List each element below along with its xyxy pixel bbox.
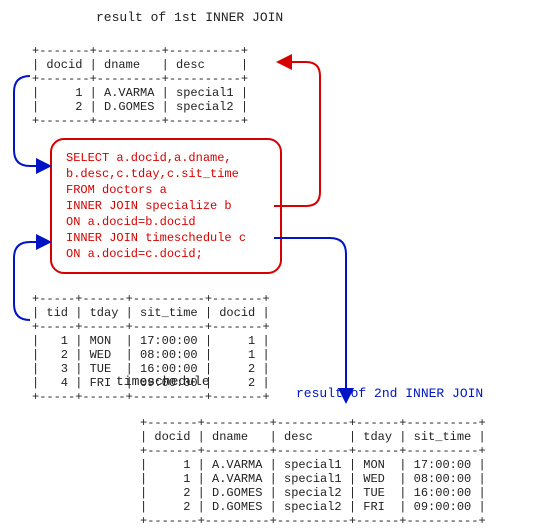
query-line: INNER JOIN specialize b bbox=[66, 198, 266, 214]
query-line: ON a.docid=c.docid; bbox=[66, 246, 266, 262]
query-line: SELECT a.docid,a.dname, bbox=[66, 150, 266, 166]
sql-query-box: SELECT a.docid,a.dname, b.desc,c.tday,c.… bbox=[50, 138, 282, 274]
first-join-title: result of 1st INNER JOIN bbox=[96, 10, 283, 25]
query-line: ON a.docid=b.docid bbox=[66, 214, 266, 230]
timeschedule-table: +-----+------+----------+-------+ | tid … bbox=[32, 292, 270, 404]
second-join-table: +-------+---------+----------+------+---… bbox=[140, 416, 486, 528]
first-join-table: +-------+---------+----------+ | docid |… bbox=[32, 44, 248, 128]
arrow-to-second-join-icon bbox=[274, 238, 346, 400]
second-join-title: result of 2nd INNER JOIN bbox=[296, 386, 483, 401]
query-line: FROM doctors a bbox=[66, 182, 266, 198]
query-line: b.desc,c.tday,c.sit_time bbox=[66, 166, 266, 182]
query-line: INNER JOIN timeschedule c bbox=[66, 230, 266, 246]
